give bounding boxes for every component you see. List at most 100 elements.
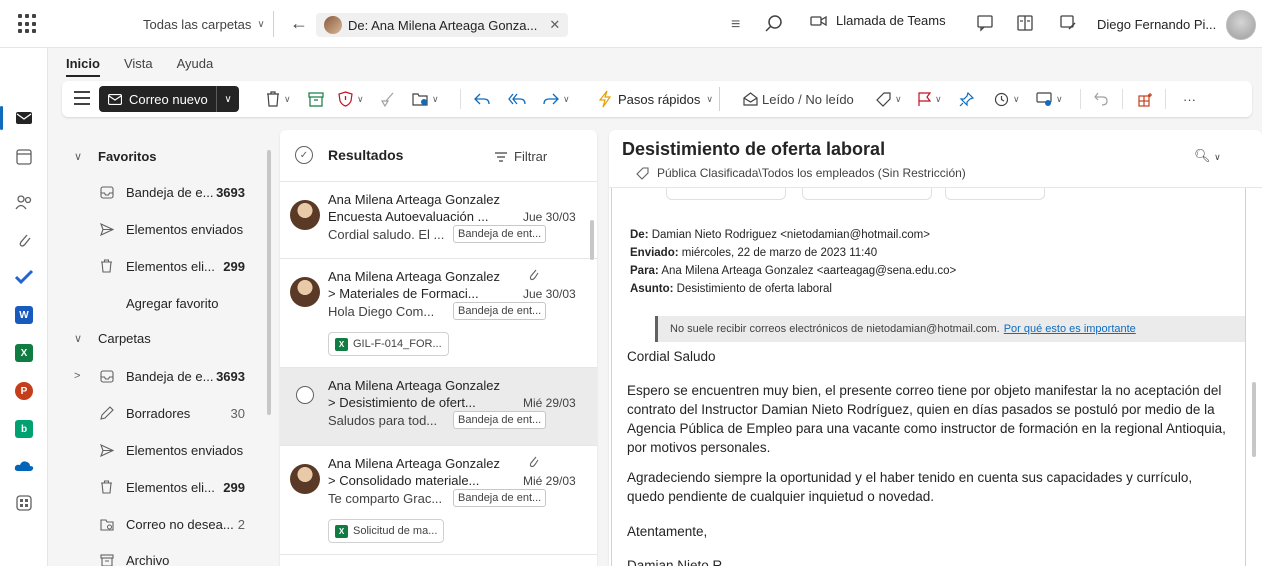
word-icon[interactable]: W [12, 303, 36, 327]
reply-all-icon [508, 93, 526, 105]
feedback-icon[interactable] [1058, 13, 1078, 33]
search-filter-icon[interactable]: ≡ [731, 16, 740, 34]
folder-tag[interactable]: Bandeja de ent... [453, 411, 547, 429]
folder-item-sent[interactable]: Elementos enviados [62, 434, 267, 466]
categorize-button[interactable]: ∨ [876, 90, 902, 108]
message-list-scrollbar[interactable] [590, 220, 594, 260]
folders-header[interactable]: ∨ Carpetas [62, 322, 267, 354]
send-icon [100, 222, 118, 236]
app-launcher-icon[interactable] [18, 14, 38, 34]
fav-item-deleted[interactable]: Elementos eli... 299 [62, 250, 267, 282]
forward-button[interactable]: ∨ [543, 90, 570, 108]
message-item[interactable]: Ana Milena Arteaga Gonzalez > Materiales… [280, 259, 597, 368]
folder-tag[interactable]: Bandeja de ent... [453, 302, 547, 320]
tab-inicio[interactable]: Inicio [66, 56, 100, 77]
excel-icon[interactable]: X [12, 341, 36, 365]
reading-pane-scrollbar[interactable] [1252, 382, 1256, 457]
report-button[interactable]: ∨ [338, 90, 364, 108]
message-subject: > Materiales de Formaci... [328, 286, 479, 301]
calendar-icon[interactable] [12, 145, 36, 169]
divider [1165, 89, 1166, 109]
folder-item-junk[interactable]: Correo no desea... 2 [62, 508, 267, 540]
tab-ayuda[interactable]: Ayuda [177, 56, 214, 77]
chevron-down-icon[interactable]: ∨ [217, 94, 239, 105]
tag-icon [636, 166, 649, 180]
more-options-button[interactable]: ··· [1183, 90, 1196, 108]
chevron-down-icon: ∨ [935, 93, 942, 104]
email-greeting: Cordial Saludo [627, 349, 716, 364]
attachment-icon[interactable] [12, 228, 36, 252]
reply-all-button[interactable] [508, 90, 526, 108]
attachment-name: Solicitud de ma... [353, 525, 438, 537]
apps-button[interactable] [1138, 90, 1153, 108]
new-mail-button[interactable]: Correo nuevo ∨ [99, 86, 239, 112]
folder-item-archive[interactable]: Archivo [62, 544, 267, 566]
folder-name: Borradores [126, 405, 191, 421]
collapsed-header [802, 188, 932, 200]
flag-button[interactable]: ∨ [918, 90, 942, 108]
message-date: Mié 29/03 [523, 396, 576, 410]
ribbon-tabs: Inicio Vista Ayuda [66, 56, 213, 77]
delete-button[interactable]: ∨ [266, 90, 291, 108]
warning-link[interactable]: Por qué esto es importante [1004, 323, 1136, 335]
search-query-chip[interactable]: De: Ana Milena Arteaga Gonza... ✕ [316, 13, 569, 37]
powerpoint-icon[interactable]: P [12, 379, 36, 403]
fav-item-sent[interactable]: Elementos enviados [62, 213, 267, 245]
archive-button[interactable] [308, 90, 324, 108]
sensitivity-label[interactable]: Pública Clasificada\Todos los empleados … [636, 166, 966, 180]
menu-icon[interactable] [74, 91, 90, 109]
select-radio[interactable] [296, 386, 314, 404]
message-item[interactable]: Ana Milena Arteaga Gonzalez Encuesta Aut… [280, 182, 597, 259]
people-icon[interactable] [12, 190, 36, 214]
read-unread-button[interactable]: Leído / No leído [743, 90, 854, 108]
attachment-chip[interactable]: X Solicitud de ma... [328, 519, 445, 543]
add-favorite-link[interactable]: Agregar favorito [62, 287, 267, 319]
search-scope-dropdown[interactable]: Todas las carpetas ∨ [143, 11, 274, 37]
teams-call-button[interactable]: Llamada de Teams [810, 13, 946, 28]
back-arrow-icon[interactable]: ← [290, 13, 308, 34]
user-avatar[interactable] [1226, 10, 1256, 40]
message-item[interactable]: Ana Milena Arteaga Gonzalez > Consolidad… [280, 446, 597, 555]
favorites-header[interactable]: ∨ Favoritos [62, 140, 267, 172]
reply-icon [474, 93, 490, 105]
folder-pane-scrollbar[interactable] [267, 150, 271, 415]
todo-icon[interactable] [12, 265, 36, 289]
message-sender: Ana Milena Arteaga Gonzalez [328, 269, 500, 284]
item-count: 2 [237, 516, 245, 532]
select-all-checkbox[interactable]: ✓ [295, 146, 313, 164]
user-name[interactable]: Diego Fernando Pi... [1097, 17, 1216, 32]
rules-button[interactable]: ∨ [1036, 90, 1063, 108]
trash-icon [267, 91, 279, 107]
pin-button[interactable] [959, 90, 974, 108]
undo-button[interactable] [1094, 90, 1108, 108]
message-item-selected[interactable]: Ana Milena Arteaga Gonzalez > Desistimie… [280, 368, 597, 446]
quick-steps-label: Pasos rápidos [618, 91, 701, 107]
snooze-button[interactable]: ∨ [994, 90, 1020, 108]
filter-button[interactable]: Filtrar [494, 149, 547, 164]
folder-tag[interactable]: Bandeja de ent... [453, 489, 547, 507]
fav-item-inbox[interactable]: Bandeja de e... 3693 [62, 176, 267, 208]
more-apps-icon[interactable] [12, 491, 36, 515]
close-icon[interactable]: ✕ [549, 17, 560, 33]
zoom-button[interactable]: 🔍︎ ∨ [1194, 148, 1221, 164]
sweep-button[interactable] [380, 90, 395, 108]
bookings-icon[interactable]: b [12, 417, 36, 441]
mail-icon[interactable] [12, 106, 36, 130]
tab-vista[interactable]: Vista [124, 56, 153, 77]
move-to-button[interactable]: ∨ [412, 90, 439, 108]
email-subject-line: Asunto: Desistimiento de oferta laboral [630, 283, 832, 295]
notes-icon[interactable] [1015, 13, 1035, 33]
onedrive-icon[interactable] [12, 454, 36, 478]
reply-button[interactable] [474, 90, 490, 108]
email-subject: Desistimiento de oferta laboral [622, 139, 886, 159]
search-icon[interactable] [762, 12, 786, 36]
message-item-partial[interactable] [280, 555, 597, 566]
chat-icon[interactable] [975, 13, 995, 33]
attachment-chip[interactable]: X GIL-F-014_FOR... [328, 332, 449, 356]
chevron-right-icon[interactable]: > [74, 370, 88, 382]
folder-item-drafts[interactable]: Borradores 30 [62, 397, 267, 429]
quick-steps-button[interactable]: Pasos rápidos ∨ [598, 87, 720, 111]
folder-item-deleted[interactable]: Elementos eli... 299 [62, 471, 267, 503]
folder-tag[interactable]: Bandeja de ent... [453, 225, 547, 243]
folder-item-inbox[interactable]: > Bandeja de e... 3693 [62, 360, 267, 392]
